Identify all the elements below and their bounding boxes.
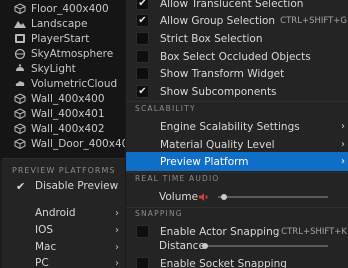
- outliner-item[interactable]: PlayerStart: [0, 31, 135, 46]
- menu-item-label: Enable Socket Snapping: [160, 257, 287, 268]
- menu-divider: [126, 207, 348, 208]
- real-time-audio-header: REAL TIME AUDIO: [135, 174, 220, 183]
- outliner-item[interactable]: SkyLight: [0, 61, 135, 76]
- static-mesh-icon: [14, 93, 26, 104]
- outliner-item-label: Wall_400x402: [31, 122, 105, 135]
- checkmark-icon: ✔: [16, 179, 26, 193]
- scalability-header: SCALABILITY: [135, 104, 196, 113]
- volume-slider-handle[interactable]: [220, 194, 227, 200]
- speaker-muted-icon[interactable]: [198, 192, 208, 202]
- outliner-item[interactable]: SkyAtmosphere: [0, 46, 135, 61]
- chevron-right-icon: ›: [341, 139, 345, 150]
- outliner-item-label: Floor_400x400: [31, 2, 109, 15]
- volume-row: Volume: [126, 187, 348, 206]
- menu-item-label: Show Transform Widget: [160, 67, 285, 80]
- outliner-item-label: Wall_400x401: [31, 107, 105, 120]
- checkbox-checked[interactable]: ✔: [136, 14, 149, 27]
- menu-item-label: Allow Group Selection: [160, 14, 276, 27]
- preview-platform-item[interactable]: Preview Platform ›: [126, 152, 348, 171]
- menu-item-label: Allow Translucent Selection: [160, 0, 304, 10]
- shortcut-label: CTRL+SHIFT+K: [281, 226, 347, 237]
- checkbox-unchecked[interactable]: [136, 32, 149, 45]
- static-mesh-icon: [14, 108, 26, 119]
- settings-menu: ✔ Allow Translucent Selection ✔ Allow Gr…: [125, 0, 348, 268]
- menu-divider: [126, 172, 348, 173]
- outliner-item-label: Landscape: [31, 17, 88, 30]
- outliner-item[interactable]: Wall_400x401: [0, 106, 135, 121]
- chevron-right-icon: ›: [115, 207, 119, 219]
- checkbox-checked[interactable]: ✔: [136, 0, 149, 10]
- outliner-item-label: SkyAtmosphere: [31, 47, 114, 60]
- menu-divider: [126, 101, 348, 102]
- platform-label: PC: [35, 257, 49, 268]
- chevron-right-icon: ›: [341, 121, 345, 132]
- disable-preview-label: Disable Preview: [35, 180, 119, 192]
- menu-item-label: Strict Box Selection: [160, 32, 263, 45]
- chevron-right-icon: ›: [115, 241, 119, 253]
- checkbox-unchecked[interactable]: [136, 257, 149, 268]
- preview-platforms-submenu: PREVIEW PLATFORMS ✔ Disable Preview Andr…: [2, 158, 125, 268]
- outliner-item-label: VolumetricCloud: [31, 77, 118, 90]
- platform-label: Mac: [35, 241, 57, 253]
- outliner-item[interactable]: Wall_400x400: [0, 91, 135, 106]
- menu-item-label: Material Quality Level: [160, 138, 275, 151]
- outliner-item[interactable]: VolumetricCloud: [0, 76, 135, 91]
- outliner-item-label: PlayerStart: [31, 32, 90, 45]
- outliner-panel: Floor_400x400 Landscape PlayerStart SkyA…: [0, 0, 135, 160]
- static-mesh-icon: [14, 138, 26, 149]
- platform-label: IOS: [35, 224, 54, 236]
- static-mesh-icon: [14, 3, 26, 14]
- disable-preview-item[interactable]: ✔ Disable Preview: [2, 177, 125, 195]
- enable-socket-snapping-item[interactable]: Enable Socket Snapping: [126, 254, 348, 268]
- checkbox-unchecked[interactable]: [136, 67, 149, 80]
- distance-row: Distance: [126, 236, 348, 255]
- outliner-item-label: Wall_400x400: [31, 92, 105, 105]
- player-start-icon: [15, 34, 25, 43]
- strict-box-selection-item[interactable]: Strict Box Selection: [126, 29, 348, 48]
- chevron-right-icon: ›: [115, 224, 119, 236]
- distance-slider-handle[interactable]: [201, 243, 208, 249]
- allow-group-selection-item[interactable]: ✔ Allow Group Selection CTRL+SHIFT+G: [126, 11, 348, 30]
- preview-platforms-header: PREVIEW PLATFORMS: [12, 166, 116, 175]
- outliner-item-label: SkyLight: [31, 62, 76, 75]
- volume-label: Volume: [159, 191, 199, 203]
- show-transform-widget-item[interactable]: Show Transform Widget: [126, 64, 348, 83]
- outliner-item[interactable]: Wall_Door_400x400: [0, 136, 135, 151]
- sky-light-icon: [16, 64, 24, 71]
- checkbox-checked[interactable]: ✔: [136, 85, 149, 98]
- platform-label: Android: [35, 207, 76, 219]
- chevron-right-icon: ›: [115, 257, 119, 268]
- shortcut-label: CTRL+SHIFT+G: [280, 15, 347, 26]
- outliner-item-label: Wall_Door_400x400: [30, 137, 135, 150]
- checkbox-unchecked[interactable]: [136, 50, 149, 63]
- outliner-item[interactable]: Landscape: [0, 16, 135, 31]
- volume-slider[interactable]: [218, 196, 328, 198]
- static-mesh-icon: [14, 123, 26, 134]
- distance-slider[interactable]: [202, 245, 328, 247]
- outliner-item[interactable]: Wall_400x402: [0, 121, 135, 136]
- show-subcomponents-item[interactable]: ✔ Show Subcomponents: [126, 82, 348, 101]
- menu-item-label: Show Subcomponents: [160, 85, 277, 98]
- landscape-icon: [14, 21, 26, 28]
- platform-item-android[interactable]: Android ›: [2, 204, 125, 222]
- menu-item-label: Preview Platform: [160, 155, 249, 168]
- volumetric-cloud-icon: [15, 81, 25, 86]
- snapping-header: SNAPPING: [135, 209, 183, 218]
- sky-atmosphere-icon: [14, 48, 26, 59]
- outliner-item[interactable]: Floor_400x400: [0, 1, 135, 16]
- platform-item-pc[interactable]: PC ›: [2, 254, 125, 268]
- menu-item-label: Box Select Occluded Objects: [160, 50, 311, 63]
- menu-item-label: Engine Scalability Settings: [160, 120, 300, 133]
- platform-item-ios[interactable]: IOS ›: [2, 221, 125, 239]
- engine-scalability-settings-item[interactable]: Engine Scalability Settings ›: [126, 117, 348, 136]
- distance-label: Distance: [159, 240, 205, 252]
- chevron-right-icon: ›: [341, 156, 345, 167]
